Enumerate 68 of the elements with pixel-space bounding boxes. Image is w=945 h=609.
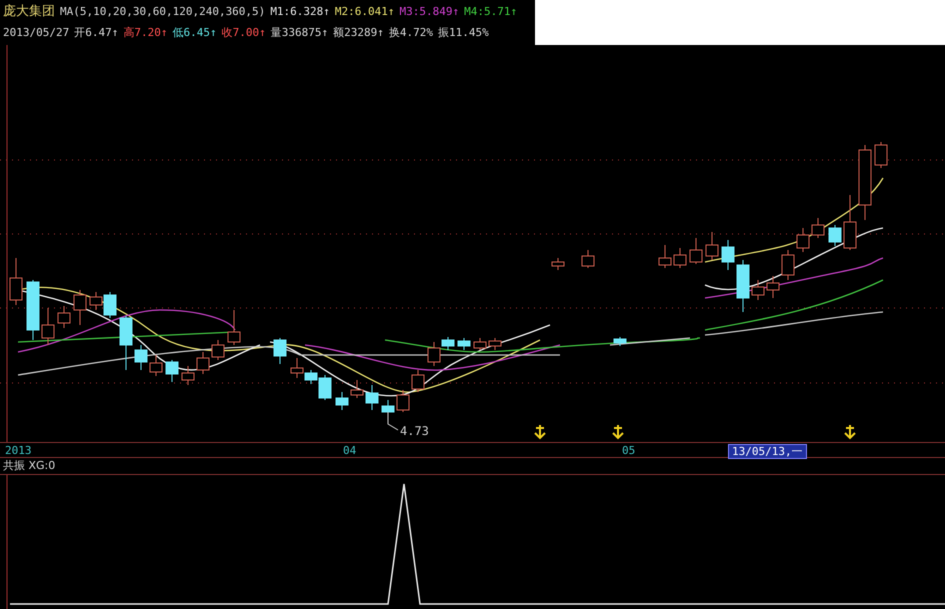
- candlestick: [614, 336, 626, 346]
- candlestick: [26, 280, 40, 340]
- candlestick: [658, 244, 672, 268]
- stock-name: 庞大集团: [3, 3, 55, 21]
- candlestick: [796, 228, 810, 252]
- candlestick: [474, 338, 486, 350]
- cursor-date-label: 13/05/13,一: [728, 444, 807, 459]
- candlestick: [766, 276, 780, 298]
- arrow-marker-icon: [612, 424, 624, 440]
- quote-value: 低6.45↑: [172, 25, 217, 41]
- candlestick: [58, 306, 70, 328]
- candlestick: [182, 366, 194, 386]
- candlestick: [874, 142, 888, 168]
- candlestick: [10, 258, 22, 306]
- quote-value: 收7.00↑: [222, 25, 266, 41]
- quote-value: 换4.72%: [388, 25, 433, 41]
- candlestick: [458, 338, 470, 350]
- ma-value: M2:6.041↑: [334, 4, 395, 20]
- candlestick: [290, 358, 304, 378]
- candlestick: [350, 380, 364, 398]
- axis-label: 05: [622, 444, 636, 457]
- candlestick: [90, 292, 102, 310]
- candlestick: [844, 194, 856, 250]
- ma-value: M4:5.71↑: [464, 4, 518, 20]
- candlestick: [274, 338, 286, 364]
- candlestick: [42, 308, 54, 346]
- candlestick: [736, 260, 750, 312]
- ma-value: M3:5.849↑: [400, 4, 460, 20]
- candlestick: [752, 280, 764, 300]
- candlestick: [120, 316, 132, 370]
- candlestick: [134, 344, 148, 370]
- quote-value: 量336875↑: [270, 25, 328, 41]
- quote-value: 开6.47↑: [74, 25, 118, 41]
- candlestick: [690, 238, 702, 264]
- quote-date: 2013/05/27: [3, 25, 70, 41]
- leader-line: [388, 412, 398, 430]
- candlestick: [228, 310, 240, 346]
- candlestick: [366, 384, 378, 410]
- candlestick: [382, 400, 394, 414]
- candlestick: [488, 338, 502, 350]
- candlestick: [412, 370, 424, 392]
- candlestick: [74, 290, 86, 326]
- quote-value: 振11.45%: [438, 25, 489, 41]
- candlestick: [722, 240, 734, 270]
- candlestick: [396, 390, 410, 412]
- candlestick: [782, 250, 794, 280]
- candlestick: [212, 340, 224, 360]
- ma-params: MA(5,10,20,30,60,120,240,360,5): [60, 4, 266, 20]
- candlestick: [196, 352, 210, 374]
- arrow-marker-icon: [844, 424, 856, 440]
- candlestick: [828, 224, 842, 246]
- low-price-label: 4.73: [400, 424, 429, 438]
- candlestick: [552, 258, 564, 270]
- axis-label: 04: [343, 444, 356, 457]
- candlestick: [812, 218, 824, 238]
- candlestick: [150, 354, 162, 376]
- candlestick: [336, 392, 348, 410]
- axis-label: 2013: [5, 444, 32, 457]
- indicator-title: 共振 XG:0: [0, 458, 945, 475]
- candlestick: [582, 250, 594, 268]
- ma-value: M1:6.328↑: [270, 4, 330, 20]
- arrow-marker-icon: [534, 424, 546, 440]
- candlestick: [706, 232, 718, 260]
- quote-value: 额23289↑: [333, 25, 384, 41]
- candlestick: [674, 248, 686, 268]
- candlestick: [166, 360, 178, 382]
- quote-value: 高7.20↑: [123, 25, 168, 41]
- candlestick: [104, 292, 116, 318]
